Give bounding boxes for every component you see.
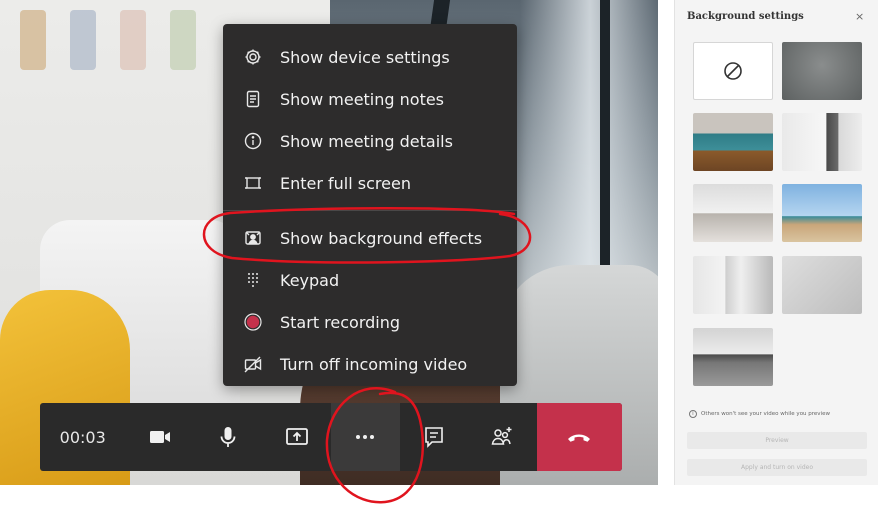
background-image-option[interactable]	[693, 184, 773, 242]
no-background-icon	[724, 62, 742, 80]
microphone-button[interactable]	[194, 403, 263, 471]
hang-up-button[interactable]	[536, 403, 622, 471]
more-options-button[interactable]	[331, 403, 400, 471]
background-image-option[interactable]	[782, 113, 862, 171]
call-control-bar: 00:03	[40, 403, 622, 471]
menu-item-label: Show device settings	[280, 47, 450, 67]
camera-icon	[149, 431, 170, 443]
menu-item-start-recording[interactable]: Start recording	[223, 301, 517, 343]
preview-button[interactable]: Preview	[687, 432, 867, 449]
menu-item-label: Keypad	[280, 270, 340, 290]
chat-button[interactable]	[400, 403, 469, 471]
background-image-option[interactable]	[782, 184, 862, 242]
preview-info-text: Others won't see your video while you pr…	[701, 411, 830, 417]
background-image-option[interactable]	[693, 256, 773, 314]
menu-item-label: Enter full screen	[280, 173, 411, 193]
menu-item-device-settings[interactable]: Show device settings	[223, 36, 517, 78]
menu-item-background-effects[interactable]: Show background effects	[223, 217, 517, 259]
notes-icon	[242, 88, 264, 110]
menu-item-label: Show meeting notes	[280, 89, 445, 109]
window-frame	[600, 0, 610, 300]
share-screen-icon	[285, 428, 308, 445]
panel-title: Background settings	[687, 11, 804, 22]
call-timer: 00:03	[59, 427, 106, 447]
menu-item-label: Show meeting details	[280, 131, 453, 151]
info-icon	[242, 130, 264, 152]
panel-gap	[658, 0, 674, 515]
fullscreen-icon	[242, 172, 264, 194]
microphone-icon	[220, 427, 236, 447]
menu-item-full-screen[interactable]: Enter full screen	[223, 162, 517, 204]
gear-icon	[242, 46, 264, 68]
more-options-menu: Show device settings Show meeting notes …	[223, 24, 517, 386]
wall-decoration	[20, 10, 46, 70]
keypad-icon	[242, 269, 264, 291]
close-icon[interactable]: ×	[855, 10, 864, 23]
background-settings-panel: Background settings × i Others won't see…	[674, 0, 878, 485]
menu-item-meeting-details[interactable]: Show meeting details	[223, 120, 517, 162]
background-image-option[interactable]	[782, 256, 862, 314]
video-off-icon	[242, 353, 264, 375]
menu-item-label: Turn off incoming video	[280, 354, 468, 374]
background-effects-icon	[242, 227, 264, 249]
background-image-option[interactable]	[693, 113, 773, 171]
more-options-icon	[356, 435, 375, 439]
menu-divider	[223, 210, 517, 211]
hang-up-icon	[568, 434, 591, 442]
record-icon	[242, 311, 264, 333]
menu-item-turn-off-video[interactable]: Turn off incoming video	[223, 343, 517, 385]
background-blur-option[interactable]	[782, 42, 862, 100]
wall-decoration	[120, 10, 146, 70]
background-none-option[interactable]	[693, 42, 773, 100]
menu-item-meeting-notes[interactable]: Show meeting notes	[223, 78, 517, 120]
menu-item-keypad[interactable]: Keypad	[223, 259, 517, 301]
wall-decoration	[70, 10, 96, 70]
camera-button[interactable]	[125, 403, 194, 471]
participants-icon	[491, 427, 512, 445]
participants-button[interactable]	[468, 403, 537, 471]
wall-decoration	[170, 10, 196, 70]
chat-icon	[424, 427, 443, 448]
info-icon: i	[689, 410, 697, 418]
menu-item-label: Show background effects	[280, 228, 483, 248]
share-screen-button[interactable]	[262, 403, 331, 471]
apply-turn-on-video-button[interactable]: Apply and turn on video	[687, 459, 867, 476]
menu-item-label: Start recording	[280, 312, 401, 332]
preview-info: i Others won't see your video while you …	[689, 410, 875, 418]
background-image-option[interactable]	[693, 328, 773, 386]
